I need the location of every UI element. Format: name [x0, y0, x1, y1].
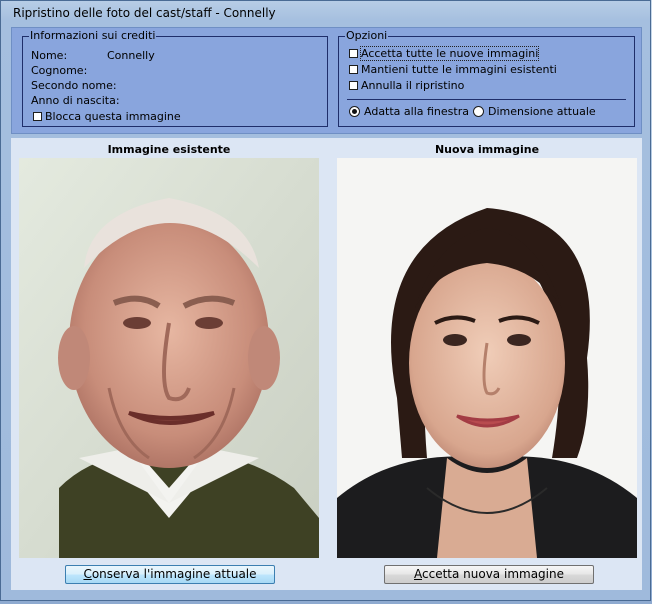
actual-size-radio[interactable]: Dimensione attuale [473, 105, 596, 119]
cancel-restore-checkbox[interactable]: Annulla il ripristino [349, 79, 464, 93]
new-image-title: Nuova immagine [434, 143, 540, 156]
lock-image-checkbox[interactable]: Blocca questa immagine [33, 110, 181, 124]
new-image-frame [337, 158, 637, 558]
options-group: Opzioni Accetta tutte le nuove immagini … [338, 29, 635, 127]
lock-image-label: Blocca questa immagine [45, 110, 181, 123]
actual-size-radio-dot[interactable] [473, 106, 484, 117]
accept-all-label: Accetta tutte le nuove immagini [359, 46, 540, 61]
options-panel: Informazioni sui crediti Nome: Connelly … [11, 27, 642, 134]
accept-all-checkbox[interactable]: Accetta tutte le nuove immagini [349, 46, 540, 61]
accept-all-checkbox-box[interactable] [349, 49, 358, 58]
accept-new-image-button[interactable]: Accetta nuova immagine [384, 565, 594, 584]
existing-image-frame [19, 158, 319, 558]
credits-legend: Informazioni sui crediti [29, 29, 157, 43]
accept-button-label: ccetta nuova immagine [422, 567, 564, 581]
keep-all-checkbox[interactable]: Mantieni tutte le immagini esistenti [349, 63, 557, 77]
cancel-restore-checkbox-box[interactable] [349, 81, 358, 90]
dialog-window: Ripristino delle foto del cast/staff - C… [0, 0, 651, 601]
name-value: Connelly [107, 49, 155, 62]
keep-current-image-button[interactable]: Conserva l'immagine attuale [65, 565, 275, 584]
images-panel: Immagine esistente Nuova immagine Conser… [11, 138, 642, 590]
keep-button-mnemonic: C [83, 567, 92, 581]
accept-button-mnemonic: A [414, 567, 422, 581]
surname-label: Cognome: [31, 64, 88, 77]
existing-photo [19, 158, 319, 558]
title-bar: Ripristino delle foto del cast/staff - C… [1, 1, 650, 25]
keep-button-label: onserva l'immagine attuale [91, 567, 257, 581]
birth-year-label: Anno di nascita: [31, 94, 120, 107]
options-divider [347, 99, 626, 100]
fit-window-radio-dot[interactable] [349, 106, 360, 117]
fit-window-radio[interactable]: Adatta alla finestra [349, 105, 469, 119]
keep-all-label: Mantieni tutte le immagini esistenti [361, 63, 557, 76]
existing-image-title: Immagine esistente [107, 143, 231, 156]
credits-group: Informazioni sui crediti Nome: Connelly … [22, 29, 328, 127]
name-label: Nome: [31, 49, 68, 62]
fit-window-label: Adatta alla finestra [364, 105, 469, 118]
window-title: Ripristino delle foto del cast/staff - C… [13, 6, 276, 20]
middle-name-label: Secondo nome: [31, 79, 117, 92]
actual-size-label: Dimensione attuale [488, 105, 596, 118]
lock-image-checkbox-box[interactable] [33, 112, 42, 121]
new-photo [337, 158, 637, 558]
options-legend: Opzioni [345, 29, 389, 43]
keep-all-checkbox-box[interactable] [349, 65, 358, 74]
cancel-restore-label: Annulla il ripristino [361, 79, 465, 92]
